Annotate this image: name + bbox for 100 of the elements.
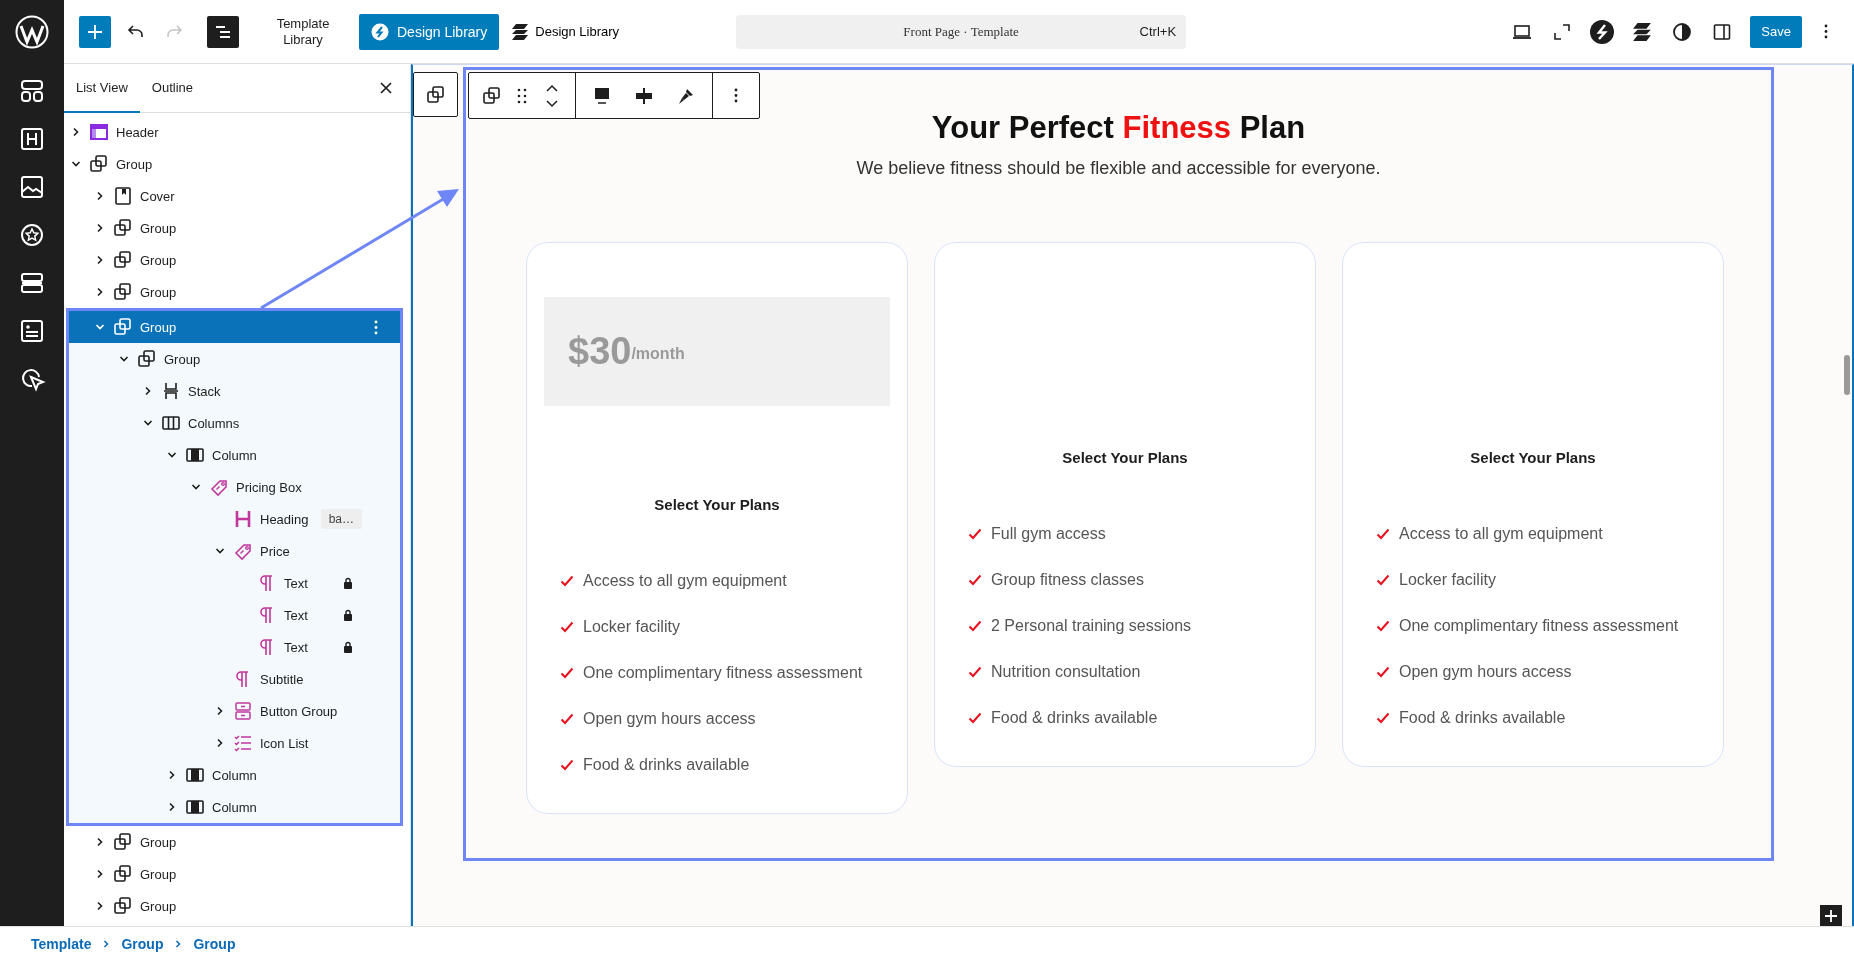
tree-item[interactable]: Column	[69, 791, 400, 823]
contrast-icon	[1672, 21, 1693, 42]
tree-item[interactable]: Group	[64, 244, 410, 276]
group-block-icon	[113, 832, 133, 852]
buttons-block-icon	[233, 701, 253, 721]
tree-item[interactable]: Price	[69, 535, 400, 567]
feature-text: Full gym access	[991, 525, 1106, 543]
group-icon	[425, 84, 446, 105]
panel-tab[interactable]: List View	[64, 64, 140, 113]
design-library-button[interactable]: Design Library	[359, 13, 500, 50]
tree-item[interactable]: Column	[69, 439, 400, 471]
plus-icon	[86, 22, 104, 41]
check-icon	[560, 758, 574, 772]
group-block-icon	[113, 896, 133, 916]
feature-text: Access to all gym equipment	[583, 572, 787, 590]
image-icon[interactable]	[18, 173, 46, 201]
command-bar[interactable]: Front Page · Template Ctrl+K	[736, 14, 1187, 49]
column-block-icon	[185, 765, 205, 785]
options-button[interactable]	[372, 318, 380, 336]
tree-item[interactable]: Pricing Box	[69, 471, 400, 503]
tree-item[interactable]: Button Group	[69, 695, 400, 727]
add-block-button[interactable]	[1820, 905, 1842, 926]
tree-item[interactable]: Text	[69, 599, 400, 631]
breadcrumb-link[interactable]: Group	[121, 936, 164, 952]
feature-text: Group fitness classes	[991, 571, 1144, 589]
block-badge: ba…	[320, 509, 362, 529]
tree-item[interactable]: Heading ba…	[69, 503, 400, 535]
tree-item[interactable]: Group	[64, 890, 410, 922]
tree-item[interactable]: Group	[64, 858, 410, 890]
card-icon[interactable]	[18, 317, 46, 345]
more-icon	[1824, 24, 1828, 39]
plan-title: Select Your Plans	[1061, 449, 1189, 466]
price-tag-icon	[233, 541, 253, 561]
check-icon	[1376, 665, 1390, 679]
heading-icon[interactable]	[18, 125, 46, 153]
panel-tab[interactable]: Outline	[139, 64, 205, 113]
feature-text: 2 Personal training sessions	[991, 617, 1192, 635]
drag-handle-icon	[517, 87, 527, 104]
tree-item[interactable]: Group	[69, 343, 400, 375]
check-icon	[1376, 527, 1390, 541]
tree-item[interactable]: Stack	[69, 375, 400, 407]
tree-item[interactable]: Group	[64, 826, 410, 858]
tree-item[interactable]: Header	[64, 116, 410, 148]
overview-button[interactable]	[207, 15, 239, 48]
more-icon	[374, 319, 378, 335]
feature-text: Access to all gym equipment	[1399, 525, 1603, 543]
tree-item[interactable]: Group	[64, 276, 410, 308]
patterns-icon[interactable]	[18, 77, 46, 105]
breadcrumb-link[interactable]: Group	[193, 936, 236, 952]
tree-item[interactable]: Text	[69, 631, 400, 663]
check-icon	[1376, 573, 1390, 587]
group-icon	[482, 85, 502, 106]
feature-text: Open gym hours access	[583, 710, 756, 728]
plus-icon	[1824, 909, 1838, 923]
feature-text: Food & drinks available	[991, 709, 1158, 727]
feature-text: Food & drinks available	[1399, 709, 1566, 727]
check-icon	[968, 619, 982, 633]
design-library-link[interactable]: Design Library	[511, 22, 620, 41]
plan-title: Select Your Plans	[1469, 449, 1597, 466]
scrollbar-thumb[interactable]	[1844, 355, 1850, 395]
tree-item[interactable]: Column	[69, 759, 400, 791]
fullscreen-icon	[1552, 21, 1573, 42]
check-icon	[968, 573, 982, 587]
feature-text: Locker facility	[583, 618, 680, 636]
save-button[interactable]: Save	[1750, 15, 1802, 48]
tree-item[interactable]: Subtitle	[69, 663, 400, 695]
more-icon	[734, 88, 738, 103]
group-block-icon	[113, 317, 133, 337]
select-parent-button[interactable]	[413, 72, 458, 117]
feature-text: Open gym hours access	[1399, 663, 1572, 681]
price-tag-icon	[209, 477, 229, 497]
group-block-icon	[113, 218, 133, 238]
group-block-icon	[113, 282, 133, 302]
check-icon	[1376, 619, 1390, 633]
add-button[interactable]	[79, 15, 111, 48]
logo-icon[interactable]	[15, 14, 49, 49]
checklist-icon	[233, 733, 253, 753]
close-icon	[378, 80, 394, 96]
sidebar-icon	[1712, 21, 1733, 42]
tree-item[interactable]: Cover	[64, 180, 410, 212]
check-icon	[560, 666, 574, 680]
plan-title: Select Your Plans	[653, 496, 781, 513]
tree-item[interactable]: Text	[69, 567, 400, 599]
check-icon	[968, 527, 982, 541]
header-block-icon	[89, 122, 109, 142]
feature-text: Locker facility	[1399, 571, 1496, 589]
template-library-link[interactable]: Template Library	[263, 15, 343, 48]
align-bottom-icon	[593, 85, 611, 106]
tree-item[interactable]: Group	[64, 212, 410, 244]
heading-block-icon	[233, 509, 253, 529]
group-block-icon	[89, 154, 109, 174]
breadcrumb-link[interactable]: Template	[31, 936, 92, 952]
check-icon	[1376, 711, 1390, 725]
tree-item[interactable]: Group	[64, 148, 410, 180]
check-icon	[560, 574, 574, 588]
tree-item[interactable]: Icon List	[69, 727, 400, 759]
tree-item[interactable]: Group	[69, 311, 400, 343]
tree-item[interactable]: Columns	[69, 407, 400, 439]
feature-text: Food & drinks available	[583, 756, 750, 774]
align-center-icon	[635, 85, 653, 106]
